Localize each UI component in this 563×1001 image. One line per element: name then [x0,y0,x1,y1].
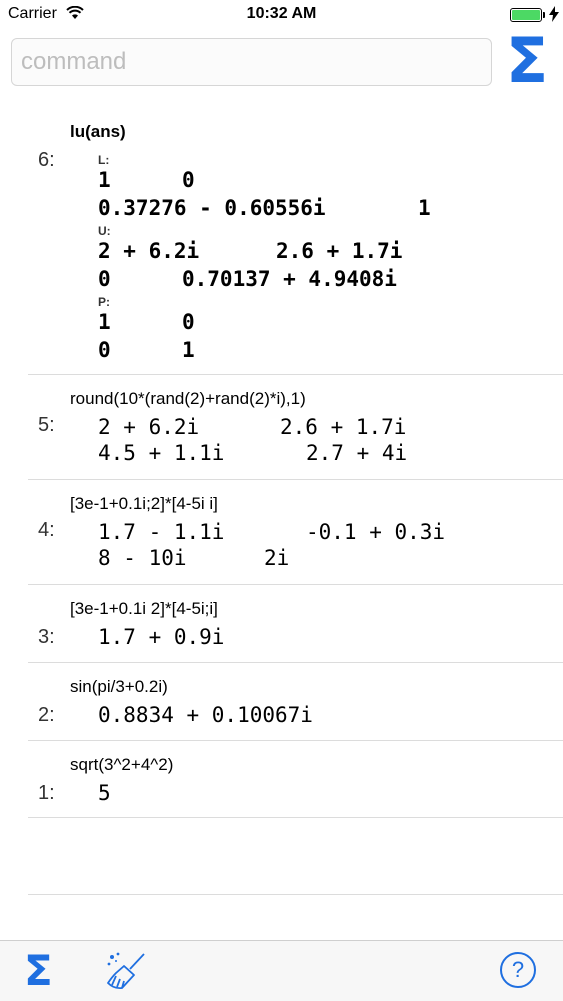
help-button[interactable]: ? [500,952,536,988]
divider [28,894,563,895]
entry-command: [3e-1+0.1i 2]*[4-5i;i] [70,599,218,618]
matrix-cell: 1 [98,310,111,334]
result-value: 0.8834 + 0.10067i [98,703,313,727]
status-bar: Carrier 10:32 AM [0,0,563,30]
history-entry-6[interactable]: 6: lu(ans) L: 1 0 0.37276 - 0.60556i 1 U… [0,108,563,374]
entry-index: 5: [38,414,55,436]
p-label: P: [98,295,110,309]
matrix-cell: 1 [182,338,195,362]
entry-command: sin(pi/3+0.2i) [70,677,168,696]
battery-tip [543,12,545,18]
matrix-cell: 2 + 6.2i [98,239,200,263]
matrix-cell: -0.1 + 0.3i [306,520,446,544]
matrix-cell: 2.6 + 1.7i [280,415,407,439]
bottom-toolbar: Σ ? [0,940,563,1001]
entry-index: 6: [38,149,55,171]
command-input[interactable] [11,38,492,86]
matrix-cell: 2.6 + 1.7i [276,239,403,263]
l-label: L: [98,153,110,167]
broom-clear-icon[interactable] [104,951,148,991]
result-value: 1.7 + 0.9i [98,625,225,649]
divider [28,817,563,818]
matrix-cell: 0 [98,267,111,291]
matrix-cell: 1 [98,168,111,192]
matrix-cell: 2i [264,546,290,570]
entry-command: [3e-1+0.1i;2]*[4-5i i] [70,494,218,513]
matrix-cell: 1.7 - 1.1i [98,520,225,544]
history-entry-2[interactable]: 2: sin(pi/3+0.2i) 0.8834 + 0.10067i [0,663,563,740]
u-label: U: [98,224,111,238]
history-entry-5[interactable]: 5: round(10*(rand(2)+rand(2)*i),1) 2 + 6… [0,375,563,479]
entry-index: 4: [38,519,55,541]
matrix-cell: 0.70137 + 4.9408i [182,267,397,291]
result-value: 5 [98,781,111,805]
matrix-cell: 8 - 10i [98,546,187,570]
entry-command: lu(ans) [70,122,126,141]
history-entry-4[interactable]: 4: [3e-1+0.1i;2]*[4-5i i] 1.7 - 1.1i -0.… [0,480,563,584]
battery-icon [510,8,542,22]
entry-index: 1: [38,782,55,804]
entry-index: 3: [38,626,55,648]
entry-command: sqrt(3^2+4^2) [70,755,174,774]
entry-command: round(10*(rand(2)+rand(2)*i),1) [70,389,306,408]
sigma-evaluate-button[interactable]: Σ [503,30,551,92]
history-entry-3[interactable]: 3: [3e-1+0.1i 2]*[4-5i;i] 1.7 + 0.9i [0,585,563,662]
charging-icon [549,6,559,22]
matrix-cell: 2 + 6.2i [98,415,200,439]
matrix-cell: 0 [182,168,195,192]
matrix-cell: 4.5 + 1.1i [98,441,225,465]
matrix-cell: 0 [98,338,111,362]
matrix-cell: 0.37276 - 0.60556i [98,196,326,220]
matrix-cell: 2.7 + 4i [306,441,408,465]
matrix-cell: 0 [182,310,195,334]
clock: 10:32 AM [246,5,317,22]
matrix-cell: 1 [418,196,431,220]
history-entry-1[interactable]: 1: sqrt(3^2+4^2) 5 [0,741,563,817]
sigma-tab-button[interactable]: Σ [24,947,53,995]
entry-index: 2: [38,704,55,726]
